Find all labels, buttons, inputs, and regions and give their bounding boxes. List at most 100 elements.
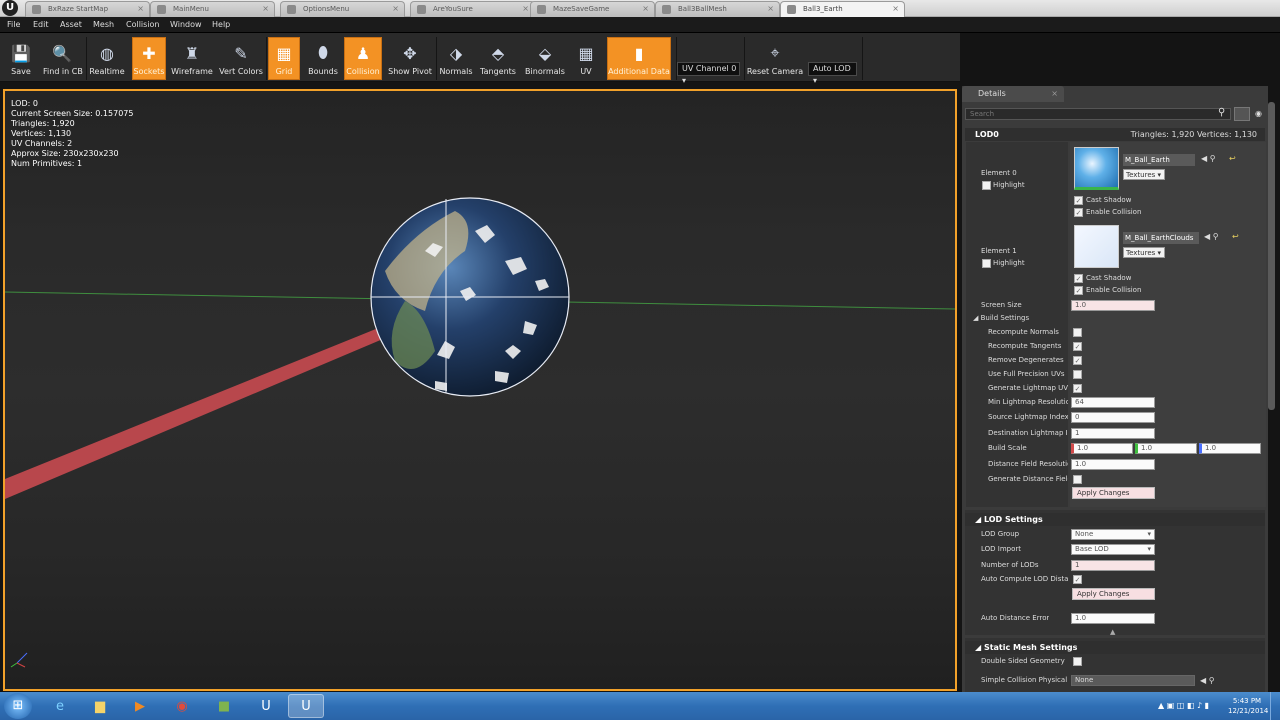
toolbar-tangents-button[interactable]: ⬘ Tangents bbox=[477, 37, 519, 80]
toolbar-wireframe-button[interactable]: ♜ Wireframe bbox=[170, 37, 214, 80]
element1-textures-dropdown[interactable]: Textures ▾ bbox=[1123, 247, 1165, 258]
start-button[interactable]: ⊞ bbox=[4, 693, 32, 719]
screen-size-input[interactable]: 1.0 bbox=[1071, 300, 1155, 311]
expand-arrow-icon[interactable]: ▲ bbox=[1110, 628, 1115, 636]
explorer-icon[interactable]: ▆ bbox=[82, 694, 118, 718]
earth-sphere[interactable] bbox=[370, 197, 570, 397]
toolbar-save-button[interactable]: 💾 Save bbox=[5, 37, 37, 80]
simple-collision-dropdown[interactable]: None bbox=[1071, 675, 1195, 686]
lod-apply-changes-button[interactable]: Apply Changes bbox=[1072, 588, 1155, 600]
mesh-viewport[interactable]: LOD: 0 Current Screen Size: 0.157075 Trian… bbox=[3, 89, 957, 691]
toolbar-binormals-button[interactable]: ⬙ Binormals bbox=[522, 37, 568, 80]
window-tab-4[interactable]: MazeSaveGame × bbox=[530, 1, 655, 17]
element1-enable-collision-checkbox[interactable]: ✓ bbox=[1074, 286, 1083, 295]
close-icon[interactable]: × bbox=[642, 2, 649, 16]
element0-material-thumbnail[interactable] bbox=[1074, 147, 1119, 190]
build-setting-checkbox[interactable]: ✓ bbox=[1073, 342, 1082, 351]
menu-window[interactable]: Window bbox=[170, 17, 202, 33]
eye-icon[interactable]: ◉ bbox=[1255, 109, 1262, 118]
toolbar-find-button[interactable]: 🔍 Find in CB bbox=[42, 37, 83, 80]
close-icon[interactable]: × bbox=[522, 2, 529, 16]
toolbar-additional-data-button[interactable]: ▮ Additional Data bbox=[607, 37, 671, 80]
reset-to-default-icon[interactable]: ↩ bbox=[1229, 154, 1236, 163]
show-desktop-button[interactable] bbox=[1270, 692, 1280, 720]
build-setting-checkbox[interactable] bbox=[1073, 370, 1082, 379]
element1-highlight-checkbox[interactable] bbox=[982, 259, 991, 268]
toolbar-sockets-button[interactable]: ✚ Sockets bbox=[132, 37, 166, 80]
build-scale-input[interactable]: 1.0 bbox=[1199, 443, 1261, 454]
static-mesh-header[interactable]: ◢ Static Mesh Settings bbox=[965, 641, 1265, 654]
toolbar-bounds-button[interactable]: ⬮ Bounds bbox=[304, 37, 342, 80]
build-scale-input[interactable]: 1.0 bbox=[1135, 443, 1197, 454]
element1-material-thumbnail[interactable] bbox=[1074, 225, 1119, 268]
element0-textures-dropdown[interactable]: Textures ▾ bbox=[1123, 169, 1165, 180]
details-tab[interactable]: Details × bbox=[962, 86, 1064, 102]
lod-setting-checkbox[interactable]: ✓ bbox=[1073, 575, 1082, 584]
close-icon[interactable]: × bbox=[392, 2, 399, 16]
uv-channel-dropdown[interactable]: UV Channel 0 ▾ bbox=[677, 62, 740, 85]
element0-cast-shadow-checkbox[interactable]: ✓ bbox=[1074, 196, 1083, 205]
unreal-editor-icon[interactable]: U bbox=[288, 694, 324, 718]
menu-mesh[interactable]: Mesh bbox=[93, 17, 114, 33]
clock[interactable]: 5:43 PM 12/21/2014 bbox=[1228, 696, 1268, 716]
toolbar-normals-button[interactable]: ⬗ Normals bbox=[438, 37, 474, 80]
use-selected-arrow-icon[interactable]: ◀ ⚲ bbox=[1201, 154, 1216, 163]
use-selected-arrow-icon[interactable]: ◀ ⚲ bbox=[1204, 232, 1219, 241]
unreal-icon[interactable]: U bbox=[248, 694, 284, 718]
element1-cast-shadow-checkbox[interactable]: ✓ bbox=[1074, 274, 1083, 283]
ie-icon[interactable]: e bbox=[42, 694, 78, 718]
window-tab-5[interactable]: Ball3BallMesh × bbox=[655, 1, 780, 17]
details-scrollbar[interactable] bbox=[1268, 102, 1275, 410]
menu-edit[interactable]: Edit bbox=[33, 17, 49, 33]
build-setting-checkbox[interactable]: ✓ bbox=[1073, 356, 1082, 365]
lod0-section-header[interactable]: LOD0 Triangles: 1,920 Vertices: 1,130 bbox=[965, 128, 1265, 141]
build-setting-input[interactable]: 1.0 bbox=[1071, 459, 1155, 470]
build-setting-input[interactable]: 0 bbox=[1071, 412, 1155, 423]
build-setting-checkbox[interactable] bbox=[1073, 328, 1082, 337]
menu-help[interactable]: Help bbox=[212, 17, 230, 33]
element0-highlight-checkbox[interactable] bbox=[982, 181, 991, 190]
window-tab-0[interactable]: BxRaze StartMap × bbox=[25, 1, 150, 17]
reset-to-default-icon[interactable]: ↩ bbox=[1232, 232, 1239, 241]
close-icon[interactable]: × bbox=[892, 2, 899, 16]
auto-lod-dropdown[interactable]: Auto LOD ▾ bbox=[808, 62, 857, 85]
element0-material-dropdown[interactable]: M_Ball_Earth bbox=[1123, 154, 1195, 166]
build-setting-input[interactable]: 1 bbox=[1071, 428, 1155, 439]
build-setting-input[interactable]: 64 bbox=[1071, 397, 1155, 408]
menu-collision[interactable]: Collision bbox=[126, 17, 160, 33]
details-search-input[interactable]: Search bbox=[965, 108, 1231, 120]
lod-setting-select[interactable]: Base LOD ▾ bbox=[1071, 544, 1155, 555]
build-setting-checkbox[interactable] bbox=[1073, 475, 1082, 484]
close-icon[interactable]: × bbox=[1051, 86, 1058, 102]
element0-enable-collision-checkbox[interactable]: ✓ bbox=[1074, 208, 1083, 217]
close-icon[interactable]: × bbox=[262, 2, 269, 16]
apply-changes-button[interactable]: Apply Changes bbox=[1072, 487, 1155, 499]
toolbar-reset-camera-button[interactable]: ⌖ Reset Camera bbox=[745, 37, 805, 80]
toolbar-uv-button[interactable]: ▦ UV bbox=[570, 37, 602, 80]
use-selected-arrow-icon[interactable]: ◀ ⚲ bbox=[1200, 676, 1215, 685]
double-sided-checkbox[interactable] bbox=[1073, 657, 1082, 666]
toolbar-vert-colors-button[interactable]: ✎ Vert Colors bbox=[217, 37, 265, 80]
build-settings-header[interactable]: ◢ Build Settings bbox=[973, 314, 1029, 322]
window-tab-1[interactable]: MainMenu × bbox=[150, 1, 275, 17]
toolbar-grid-button[interactable]: ▦ Grid bbox=[268, 37, 300, 80]
toolbar-pivot-button[interactable]: ✥ Show Pivot bbox=[386, 37, 434, 80]
minecraft-icon[interactable]: ■ bbox=[206, 694, 242, 718]
window-tab-2[interactable]: OptionsMenu × bbox=[280, 1, 405, 17]
build-setting-checkbox[interactable]: ✓ bbox=[1073, 384, 1082, 393]
toolbar-realtime-button[interactable]: ◍ Realtime bbox=[88, 37, 126, 80]
lod-setting-select[interactable]: None ▾ bbox=[1071, 529, 1155, 540]
view-options-button[interactable] bbox=[1234, 107, 1250, 121]
close-icon[interactable]: × bbox=[767, 2, 774, 16]
lod-settings-header[interactable]: ◢ LOD Settings bbox=[965, 513, 1265, 526]
tray-icons[interactable]: ▲ ▣ ◫ ◧ ♪ ▮ bbox=[1158, 701, 1209, 710]
window-tab-6[interactable]: Ball3_Earth × bbox=[780, 1, 905, 17]
menu-file[interactable]: File bbox=[7, 17, 20, 33]
menu-asset[interactable]: Asset bbox=[60, 17, 82, 33]
window-tab-3[interactable]: AreYouSure × bbox=[410, 1, 535, 17]
close-icon[interactable]: × bbox=[137, 2, 144, 16]
auto-distance-error-input[interactable]: 1.0 bbox=[1071, 613, 1155, 624]
toolbar-collision-button[interactable]: ♟ Collision bbox=[344, 37, 382, 80]
chrome-icon[interactable]: ◉ bbox=[164, 694, 200, 718]
lod-setting-input[interactable]: 1 bbox=[1071, 560, 1155, 571]
